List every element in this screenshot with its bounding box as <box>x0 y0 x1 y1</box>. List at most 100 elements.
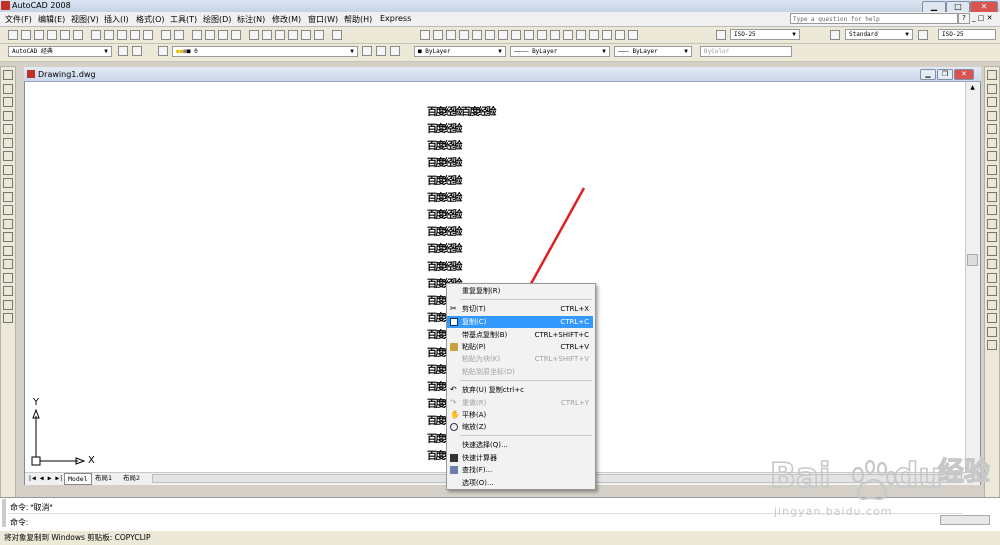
zoom-realtime-icon[interactable] <box>205 30 215 40</box>
ctx-paste[interactable]: 粘贴(P) CTRL+V <box>447 341 593 353</box>
draworder-back-icon[interactable] <box>987 313 997 323</box>
cad-text-line[interactable]: 百度经验 <box>427 223 463 238</box>
workspace-combo[interactable]: AutoCAD 经典 ▼ <box>8 46 112 57</box>
tab-nav-arrows[interactable]: |◀ ◀ ▶ ▶| <box>28 473 63 483</box>
revcloud-icon[interactable] <box>3 164 13 175</box>
textstyle-manager-icon[interactable] <box>830 30 840 40</box>
color-combo[interactable]: ■ ByLayer ▼ <box>414 46 506 57</box>
dim-center-icon[interactable] <box>589 30 599 40</box>
help-search-input[interactable]: Type a question for help <box>790 13 958 24</box>
insert-block-icon[interactable] <box>3 218 13 229</box>
chamfer-icon[interactable] <box>987 259 997 269</box>
drawing-minimize-button[interactable]: ▁ <box>920 69 936 80</box>
menu-insert[interactable]: 插入(I) <box>104 14 129 25</box>
cad-text-line[interactable]: 百度经验 <box>427 137 463 152</box>
arc-icon[interactable] <box>3 137 13 148</box>
dim-tolerance-icon[interactable] <box>576 30 586 40</box>
ctx-find[interactable]: 查找(F)... <box>447 464 593 476</box>
command-prompt[interactable]: 命令: <box>10 517 28 528</box>
menu-file[interactable]: 文件(F) <box>5 14 32 25</box>
dimstyle-combo[interactable]: ISO-25 ▼ <box>730 29 800 40</box>
ctx-repeat-copy[interactable]: 重复复制(R) <box>447 285 593 297</box>
menu-dimension[interactable]: 标注(N) <box>237 14 265 25</box>
dim-dimedit-icon[interactable] <box>602 30 612 40</box>
ctx-undo[interactable]: ↶ 放弃(U) 复制ctrl+c <box>447 384 593 396</box>
open-icon[interactable] <box>21 30 31 40</box>
tab-layout2[interactable]: 布局2 <box>120 473 143 483</box>
ctx-copy-with-basepoint[interactable]: 带基点复制(B) CTRL+SHIFT+C <box>447 329 593 341</box>
sheetset-icon[interactable] <box>288 30 298 40</box>
break-icon[interactable] <box>987 232 997 242</box>
ctx-zoom[interactable]: 缩放(Z) <box>447 421 593 433</box>
break-at-point-icon[interactable] <box>987 218 997 229</box>
dim-baseline-icon[interactable] <box>537 30 547 40</box>
dim-ordinate-icon[interactable] <box>459 30 469 40</box>
make-current-layer-icon[interactable] <box>362 46 372 56</box>
mtext-icon[interactable] <box>3 313 13 323</box>
table-icon[interactable] <box>3 299 13 310</box>
join-icon[interactable] <box>987 245 997 256</box>
workspace-save-icon[interactable] <box>132 46 142 56</box>
cad-text-line[interactable]: 百度经验 <box>427 189 463 204</box>
drawing-close-button[interactable]: ✕ <box>954 69 974 80</box>
undo-icon[interactable] <box>161 30 171 40</box>
layer-combo[interactable]: ●●■■ 0 ▼ <box>172 46 358 57</box>
plot-icon[interactable] <box>47 30 57 40</box>
dim-arc-icon[interactable] <box>446 30 456 40</box>
menu-edit[interactable]: 编辑(E) <box>38 14 65 25</box>
scale-icon[interactable] <box>987 164 997 175</box>
menu-window[interactable]: 窗口(W) <box>308 14 338 25</box>
menu-help[interactable]: 帮助(H) <box>344 14 372 25</box>
scroll-thumb[interactable] <box>967 254 978 266</box>
region-icon[interactable] <box>3 286 13 296</box>
redo-icon[interactable] <box>174 30 184 40</box>
extend-icon[interactable] <box>987 205 997 215</box>
help-icon[interactable] <box>332 30 342 40</box>
layer-manager-icon[interactable] <box>158 46 168 56</box>
dimstyle-manager-icon[interactable] <box>716 30 726 40</box>
draworder-above-icon[interactable] <box>987 326 997 337</box>
paste-icon[interactable] <box>117 30 127 40</box>
trim-icon[interactable] <box>987 191 997 202</box>
draworder-below-icon[interactable] <box>987 340 997 350</box>
cad-text-line[interactable]: 百度经验 <box>427 258 463 273</box>
linetype-combo[interactable]: ———— ByLayer ▼ <box>510 46 610 57</box>
cad-text-top[interactable]: 百度经验百度经验 <box>427 103 497 118</box>
ellipse-icon[interactable] <box>3 191 13 202</box>
workspace-settings-icon[interactable] <box>118 46 128 56</box>
markup-icon[interactable] <box>301 30 311 40</box>
tab-model[interactable]: Model <box>64 473 92 485</box>
dim-angular-icon[interactable] <box>511 30 521 40</box>
stretch-icon[interactable] <box>987 178 997 188</box>
copy-object-icon[interactable] <box>987 83 997 94</box>
dim-radius-icon[interactable] <box>472 30 482 40</box>
vertical-scrollbar[interactable]: ▲ ▼ <box>965 82 980 471</box>
calculator-icon[interactable] <box>314 30 324 40</box>
ctx-cut[interactable]: ✂ 剪切(T) CTRL+X <box>447 303 593 315</box>
dim-update-icon[interactable] <box>628 30 638 40</box>
copy-icon[interactable] <box>104 30 114 40</box>
dim-diameter-icon[interactable] <box>498 30 508 40</box>
textstyle-combo[interactable]: Standard ▼ <box>845 29 913 40</box>
cad-text-line[interactable]: 百度经验 <box>427 120 463 135</box>
draworder-front-icon[interactable] <box>987 299 997 310</box>
toolpalettes-icon[interactable] <box>275 30 285 40</box>
pan-icon[interactable] <box>192 30 202 40</box>
cad-text-line[interactable]: 百度经验 <box>427 154 463 169</box>
layer-previous-icon[interactable] <box>376 46 386 56</box>
dimstyle-icon-2-icon[interactable] <box>918 30 928 40</box>
dim-linear-icon[interactable] <box>420 30 430 40</box>
matchprop-icon[interactable] <box>130 30 140 40</box>
zoom-window-icon[interactable] <box>218 30 228 40</box>
menu-express[interactable]: Express <box>380 14 411 23</box>
menu-modify[interactable]: 修改(M) <box>272 14 301 25</box>
dim-continue-icon[interactable] <box>550 30 560 40</box>
gradient-icon[interactable] <box>3 272 13 283</box>
cut-icon[interactable] <box>91 30 101 40</box>
ctx-quick-select[interactable]: 快速选择(Q)... <box>447 439 593 451</box>
rectangle-icon[interactable] <box>3 124 13 134</box>
hatch-icon[interactable] <box>3 259 13 269</box>
rotate-icon[interactable] <box>987 151 997 161</box>
publish-icon[interactable] <box>73 30 83 40</box>
ctx-options[interactable]: 选项(O)... <box>447 477 593 489</box>
